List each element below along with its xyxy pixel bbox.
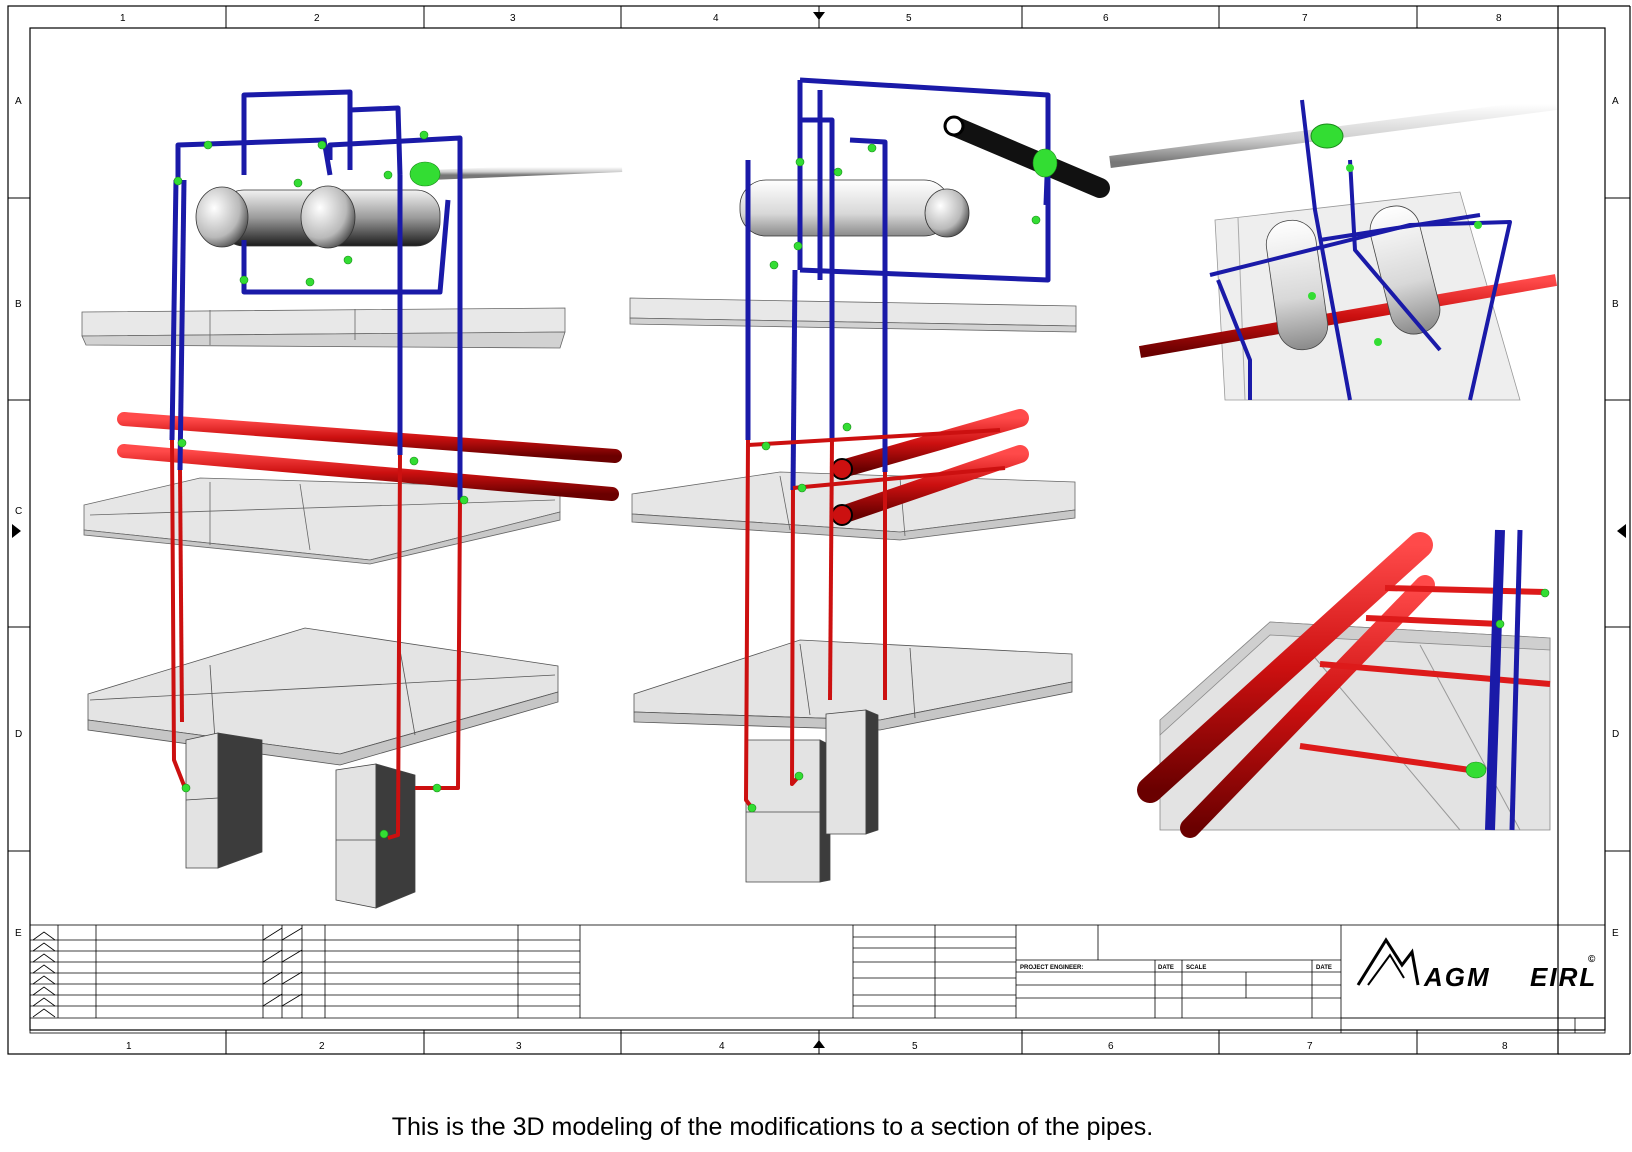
project-engineer-label: PROJECT ENGINEER: <box>1020 965 1083 971</box>
zone-row-a-right: A <box>1612 96 1619 107</box>
upper-platform <box>81 307 566 349</box>
concrete-column-left <box>185 732 263 869</box>
view-top-right-detail <box>1109 98 1558 401</box>
figure-caption: This is the 3D modeling of the modificat… <box>391 1113 1154 1141</box>
company-name-left: AGM <box>1423 962 1491 992</box>
zone-col-5: 5 <box>906 13 912 24</box>
zone-row-d-right: D <box>1612 729 1619 740</box>
heat-exchanger-center <box>739 179 970 238</box>
zone-col-7-bottom: 7 <box>1307 1041 1313 1052</box>
zone-row-c: C <box>15 506 22 517</box>
zone-col-5-bottom: 5 <box>912 1041 918 1052</box>
copyright-mark: © <box>1588 954 1596 965</box>
heat-exchanger-pair <box>195 185 441 249</box>
engineering-drawing-sheet: 1 2 3 4 5 6 7 8 1 2 3 4 5 6 7 8 A B C D … <box>7 5 1631 1055</box>
title-block <box>29 924 1606 1034</box>
scale-label: SCALE <box>1186 965 1206 971</box>
zone-col-3: 3 <box>510 13 516 24</box>
concrete-column-center-back <box>825 709 879 835</box>
zone-row-a: A <box>15 96 22 107</box>
zone-row-b-right: B <box>1612 299 1619 310</box>
zone-labels-left: A B C D E <box>15 96 22 939</box>
zone-col-2-bottom: 2 <box>319 1041 325 1052</box>
zone-col-1-bottom: 1 <box>126 1041 132 1052</box>
date-label-2: DATE <box>1316 965 1332 971</box>
zone-col-4-bottom: 4 <box>719 1041 725 1052</box>
logo-mark <box>1356 937 1420 986</box>
zone-col-8-bottom: 8 <box>1502 1041 1508 1052</box>
view-center-isometric <box>629 77 1110 883</box>
zone-col-3-bottom: 3 <box>516 1041 522 1052</box>
zone-col-8: 8 <box>1496 13 1502 24</box>
zone-col-1: 1 <box>120 13 126 24</box>
view-left-isometric <box>81 89 623 909</box>
zone-row-e: E <box>15 928 22 939</box>
zone-labels-top: 1 2 3 4 5 6 7 8 <box>120 13 1502 24</box>
concrete-column-right <box>335 763 416 909</box>
view-bottom-right-detail <box>1137 529 1551 838</box>
zone-col-6-bottom: 6 <box>1108 1041 1114 1052</box>
zone-col-2: 2 <box>314 13 320 24</box>
company-name-right: EIRL <box>1530 962 1597 992</box>
zone-row-b: B <box>15 299 22 310</box>
zone-col-6: 6 <box>1103 13 1109 24</box>
title-block-labels: PROJECT ENGINEER: DATE SCALE DATE <box>1020 965 1332 971</box>
insulated-pipe <box>943 115 1110 198</box>
middle-platform <box>83 477 561 565</box>
concrete-column-center-front <box>745 739 831 883</box>
zone-row-e-right: E <box>1612 928 1619 939</box>
zone-col-7: 7 <box>1302 13 1308 24</box>
zone-row-d: D <box>15 729 22 740</box>
date-label-1: DATE <box>1158 965 1174 971</box>
company-logo: AGM EIRL © <box>1356 937 1597 992</box>
zone-labels-right: A B D E <box>1612 96 1619 939</box>
lower-platform <box>87 627 559 766</box>
upper-platform-center <box>629 297 1077 333</box>
zone-col-4: 4 <box>713 13 719 24</box>
